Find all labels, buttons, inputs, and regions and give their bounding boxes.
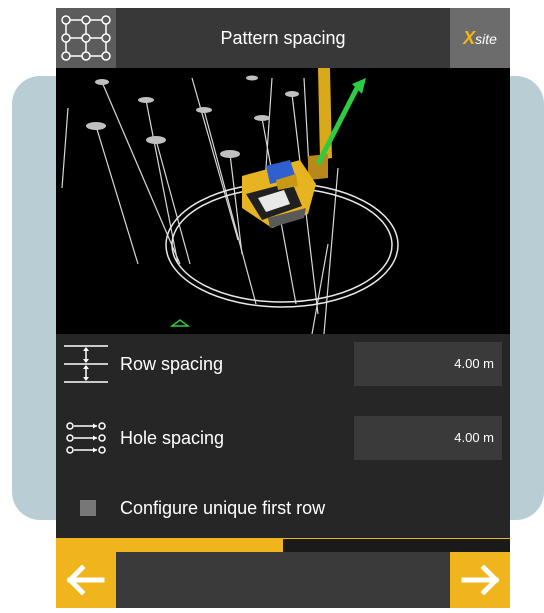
progress-bar xyxy=(56,538,510,552)
unique-first-row-option[interactable]: Configure unique first row xyxy=(56,478,510,538)
device-screen: Pattern spacing Xsite Row spacing 4.00 m… xyxy=(56,8,510,608)
page-title: Pattern spacing xyxy=(220,28,346,48)
hole-spacing-row: Hole spacing 4.00 m xyxy=(56,408,510,468)
menu-button[interactable] xyxy=(56,8,116,68)
progress-fill xyxy=(56,539,283,552)
xsite-logo: Xsite xyxy=(463,28,497,49)
grid-pattern-icon xyxy=(61,15,111,61)
unique-first-row-label: Configure unique first row xyxy=(120,498,326,518)
next-button[interactable] xyxy=(450,552,510,608)
xsite-logo-text: site xyxy=(475,30,497,47)
arrow-left-icon xyxy=(66,564,105,596)
row-spacing-label: Row spacing xyxy=(120,354,224,374)
row-spacing-row: Row spacing 4.00 m xyxy=(56,334,510,394)
3d-viewport[interactable] xyxy=(56,68,510,334)
bottom-bar-center xyxy=(116,552,450,608)
row-spacing-input[interactable]: 4.00 m xyxy=(354,342,502,386)
top-bar: Pattern spacing Xsite xyxy=(56,8,510,68)
excavator-3d-scene xyxy=(61,68,399,334)
bottom-bar xyxy=(56,552,510,608)
back-button[interactable] xyxy=(56,552,116,608)
arrow-right-icon xyxy=(461,564,500,596)
hole-spacing-label: Hole spacing xyxy=(120,428,225,448)
row-spacing-icon xyxy=(64,345,108,383)
xsite-logo-button[interactable]: Xsite xyxy=(450,8,510,68)
unique-first-row-checkbox[interactable] xyxy=(80,500,96,516)
hole-spacing-input[interactable]: 4.00 m xyxy=(354,416,502,460)
hole-spacing-icon xyxy=(66,422,106,454)
xsite-logo-x: X xyxy=(463,27,476,48)
